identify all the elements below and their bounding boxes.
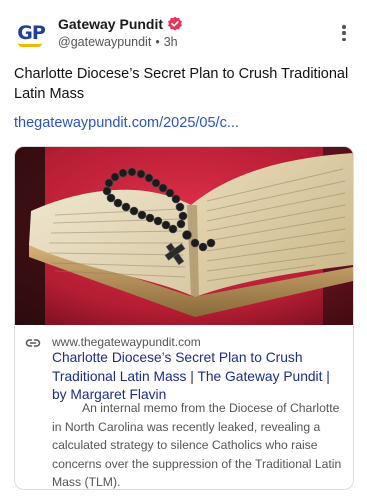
link-preview-card[interactable]: www.thegatewaypundit.com Charlotte Dioce… [14,146,354,490]
preview-image [15,147,353,325]
more-options-icon[interactable] [337,22,351,44]
more-dot [342,37,346,41]
verified-badge-icon [167,16,183,32]
meta-separator: • [155,35,160,49]
preview-description: An internal memo from the Diocese of Cha… [52,401,342,490]
more-dot [342,25,346,29]
avatar-swoosh-icon [18,43,42,47]
link-icon [25,335,41,351]
preview-domain: www.thegatewaypundit.com [52,335,201,349]
avatar[interactable]: GP [14,16,48,50]
preview-title[interactable]: Charlotte Diocese’s Secret Plan to Crush… [52,349,346,405]
author-info: Gateway Pundit @gatewaypundit • 3h [58,14,183,49]
post-time[interactable]: 3h [164,35,178,49]
avatar-logo-text: GP [17,22,46,44]
author-name[interactable]: Gateway Pundit [58,16,163,32]
more-dot [342,31,346,35]
post-text: Charlotte Diocese’s Secret Plan to Crush… [14,66,349,102]
post-header: GP Gateway Pundit @gatewaypundit • 3h [14,14,353,54]
post-link[interactable]: thegatewaypundit.com/2025/05/c... [14,115,354,131]
social-post: GP Gateway Pundit @gatewaypundit • 3h Ch… [0,0,367,500]
author-name-row: Gateway Pundit [58,14,183,34]
author-meta: @gatewaypundit • 3h [58,35,183,49]
author-handle[interactable]: @gatewaypundit [58,35,151,49]
